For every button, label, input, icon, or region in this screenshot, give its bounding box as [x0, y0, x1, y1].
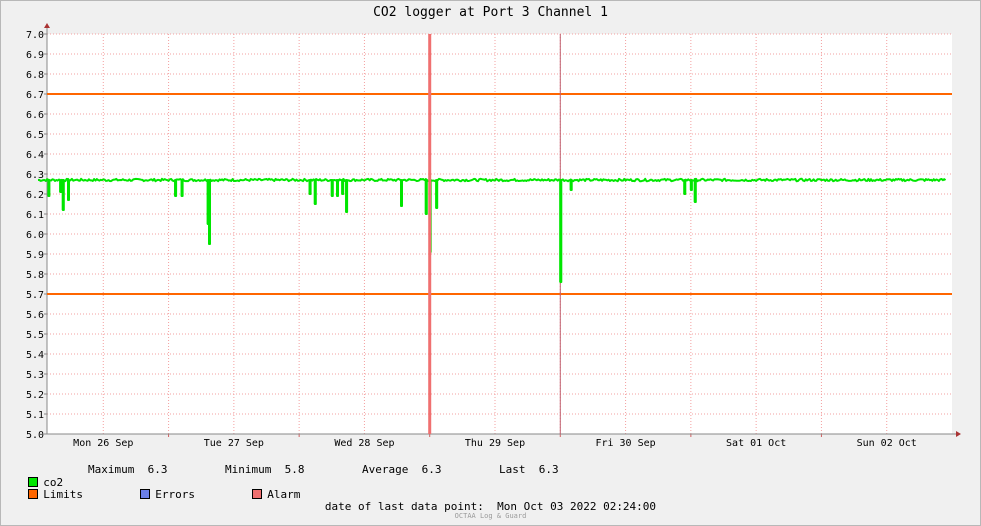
- legend-row-alarm: Alarm: [239, 475, 300, 501]
- legend-avg: Average 6.3: [362, 463, 441, 476]
- x-tick-label: Tue 27 Sep: [204, 438, 264, 449]
- co2-chart: 5.0 5.1 5.2 5.3 5.4 5.5 5.6 5.7 5.8 5.9 6.0 6.1 6.2 6…: [26, 23, 961, 449]
- y-tick-label: 7.0: [26, 30, 44, 41]
- legend-row-errors: Errors: [127, 475, 195, 501]
- y-tick-label: 5.8: [26, 270, 44, 281]
- y-tick-label: 5.7: [26, 290, 44, 301]
- x-tick-label: Sun 02 Oct: [857, 438, 917, 449]
- y-tick-label: 5.2: [26, 390, 44, 401]
- x-tick-label: Wed 28 Sep: [334, 438, 394, 449]
- x-tick-label: Thu 29 Sep: [465, 438, 525, 449]
- alarm-swatch: [252, 489, 263, 499]
- y-tick-label: 6.3: [26, 170, 44, 181]
- x-tick-label: Fri 30 Sep: [595, 438, 655, 449]
- y-tick-label: 5.5: [26, 330, 44, 341]
- x-axis-arrow: [956, 431, 961, 437]
- limits-swatch: [28, 489, 39, 499]
- y-tick-label: 6.6: [26, 110, 44, 121]
- y-axis-arrow: [44, 23, 50, 28]
- y-tick-label: 6.8: [26, 70, 44, 81]
- legend-last: Last 6.3: [499, 463, 559, 476]
- y-tick-label: 5.4: [26, 350, 44, 361]
- y-tick-label: 6.4: [26, 150, 44, 161]
- watermark: OCTAA Log & Guard: [454, 512, 527, 520]
- y-tick-label: 5.1: [26, 410, 44, 421]
- y-tick-label: 6.0: [26, 230, 44, 241]
- last-label: Last: [499, 463, 526, 476]
- x-tick-label: Mon 26 Sep: [73, 438, 133, 449]
- y-tick-label: 5.0: [26, 430, 44, 441]
- y-tick-label: 5.9: [26, 250, 44, 261]
- last-value: 6.3: [538, 463, 559, 476]
- avg-value: 6.3: [421, 463, 442, 476]
- y-tick-label: 6.1: [26, 210, 44, 221]
- x-tick-label: Sat 01 Oct: [726, 438, 786, 449]
- y-tick-label: 6.2: [26, 190, 44, 201]
- errors-swatch: [140, 489, 151, 499]
- y-tick-label: 5.3: [26, 370, 44, 381]
- y-tick-label: 6.9: [26, 50, 44, 61]
- legend-row-limits: Limits: [15, 475, 83, 501]
- avg-label: Average: [362, 463, 409, 476]
- y-tick-label: 6.5: [26, 130, 44, 141]
- y-tick-label: 6.7: [26, 90, 44, 101]
- y-tick-label: 5.6: [26, 310, 44, 321]
